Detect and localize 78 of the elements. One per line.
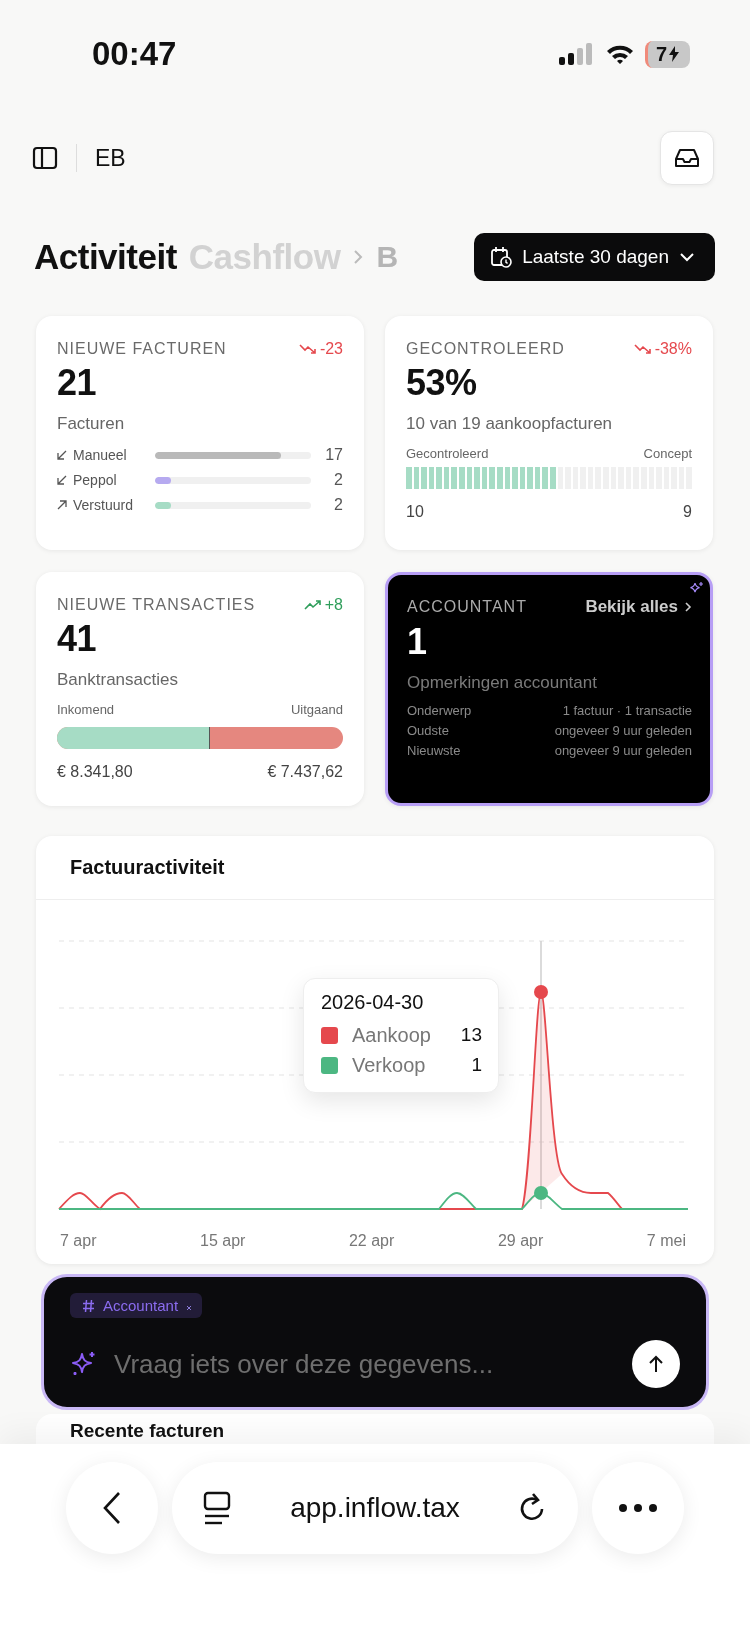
close-icon[interactable]: [186, 1305, 193, 1311]
invoice-count: 21: [57, 362, 98, 404]
inbox-icon: [674, 147, 700, 169]
calendar-clock-icon: [490, 246, 513, 268]
arrow-up-right-icon: [57, 500, 67, 510]
detail-label: Nieuwste: [407, 743, 461, 758]
card-title: ACCOUNTANT: [407, 598, 527, 616]
detail-value: 1 factuur · 1 transactie: [562, 703, 692, 718]
arrow-down-left-icon: [57, 450, 67, 460]
legend-label: Gecontroleerd: [406, 446, 489, 461]
send-button[interactable]: [632, 1340, 680, 1388]
question-input[interactable]: Vraag iets over deze gegevens...: [114, 1348, 616, 1380]
checked-percentage: 53%: [406, 362, 478, 404]
series-name: Aankoop: [352, 1023, 432, 1047]
card-title: NIEUWE FACTUREN: [57, 340, 227, 358]
card-title: GECONTROLEERD: [406, 340, 565, 358]
comment-count: 1: [407, 621, 428, 663]
status-time: 00:47: [92, 35, 177, 73]
view-all-link[interactable]: Bekijk alles: [585, 597, 692, 617]
source-label: Verstuurd: [73, 497, 134, 513]
detail-label: Oudste: [407, 723, 449, 738]
workspace-label[interactable]: EB: [95, 144, 126, 172]
card-caption: Banktransacties: [57, 670, 179, 690]
detail-value: ongeveer 9 uur geleden: [554, 743, 692, 758]
data-point: [534, 985, 548, 999]
transaction-count: 41: [57, 618, 98, 660]
chevron-left-icon: [102, 1491, 122, 1525]
detail-value: ongeveer 9 uur geleden: [554, 723, 692, 738]
hash-icon: [82, 1298, 95, 1313]
tooltip-date: 2026-04-30: [321, 991, 425, 1014]
series-value: 13: [460, 1024, 482, 1046]
signal-icon: [558, 43, 595, 65]
battery-icon: 7: [644, 40, 690, 68]
chevron-right-icon: [352, 248, 365, 266]
amount: € 7.437,62: [267, 763, 343, 781]
chevron-down-icon: [679, 252, 695, 262]
legend-label: Concept: [643, 446, 692, 461]
axis-label: 7 apr: [60, 1232, 97, 1250]
card-caption: Opmerkingen accountant: [407, 673, 598, 693]
context-tag[interactable]: Accountant: [70, 1293, 203, 1318]
trend-indicator: +8: [303, 596, 343, 614]
card-title: NIEUWE TRANSACTIES: [57, 596, 256, 614]
chevron-right-icon: [684, 601, 692, 613]
card-caption: 10 van 19 aankoopfacturen: [406, 414, 614, 434]
url-text: app.inflow.tax: [290, 1492, 460, 1524]
card-caption: Facturen: [57, 414, 126, 434]
sparkle-icon: [70, 1350, 98, 1378]
checked-count: 10: [406, 503, 424, 521]
page-menu-icon[interactable]: [202, 1491, 232, 1525]
source-count: 2: [333, 471, 343, 489]
axis-label: 22 apr: [348, 1232, 395, 1250]
axis-label: 7 mei: [646, 1232, 686, 1250]
concept-count: 9: [683, 503, 692, 521]
address-bar[interactable]: app.inflow.tax: [172, 1462, 578, 1554]
axis-label: 29 apr: [497, 1232, 544, 1250]
amount: € 8.341,80: [57, 763, 133, 781]
detail-label: Onderwerp: [407, 703, 472, 718]
legend-label: Inkomend: [57, 702, 115, 717]
arrow-up-icon: [647, 1354, 665, 1374]
source-label: Manueel: [73, 447, 128, 463]
source-count: 2: [333, 496, 343, 514]
ellipsis-icon: [618, 1503, 658, 1513]
section-title: Recente facturen: [70, 1420, 225, 1441]
trend-indicator: -38%: [633, 340, 692, 358]
legend-label: Uitgaand: [290, 702, 343, 717]
series-value: 1: [471, 1054, 482, 1076]
sidebar-toggle-icon[interactable]: [32, 146, 58, 170]
source-label: Peppol: [73, 472, 118, 488]
date-range-button[interactable]: Laatste 30 dagen: [474, 233, 715, 281]
axis-label: 15 apr: [200, 1232, 246, 1250]
series-name: Verkoop: [352, 1053, 427, 1077]
trend-indicator: -23: [298, 340, 343, 358]
inbox-button[interactable]: [660, 131, 714, 185]
tab[interactable]: Activiteit: [34, 237, 177, 277]
chart-title: Factuuractiviteit: [70, 856, 225, 878]
source-count: 17: [324, 446, 343, 464]
data-point: [534, 1186, 548, 1200]
arrow-down-left-icon: [57, 475, 67, 485]
